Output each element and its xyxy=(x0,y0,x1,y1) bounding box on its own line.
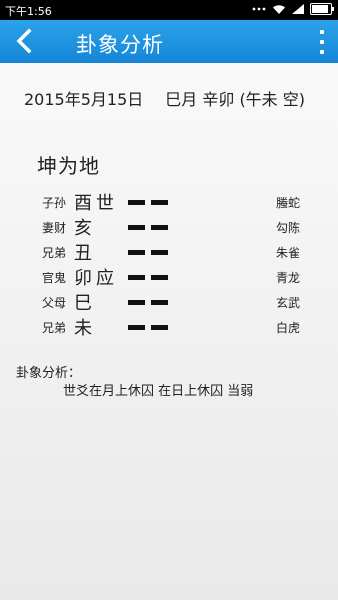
six-relation: 兄弟 xyxy=(42,246,67,260)
six-relation: 兄弟 xyxy=(42,321,67,335)
six-god: 勾陈 xyxy=(276,221,301,235)
yao-row: 兄弟 丑 朱雀 xyxy=(0,239,338,264)
yin-line xyxy=(128,225,168,230)
earthly-branch: 酉 xyxy=(74,193,92,214)
app-toolbar: 卦象分析 xyxy=(0,20,338,63)
six-god: 玄武 xyxy=(276,296,301,310)
six-relation: 父母 xyxy=(42,296,67,310)
yao-row: 兄弟 未 白虎 xyxy=(0,314,338,339)
yao-row: 子孙 酉 世 螣蛇 xyxy=(0,189,338,214)
earthly-branch: 巳 xyxy=(74,293,92,314)
analysis-text: 世爻在月上休囚 在日上休囚 当弱 xyxy=(63,384,254,399)
signal-dots-icon xyxy=(252,7,266,11)
earthly-branch: 卯 xyxy=(74,268,92,289)
hexagram-lines: 子孙 酉 世 螣蛇 妻财 亥 勾陈 兄弟 丑 朱雀 官鬼 卯 应 青龙 父母 巳… xyxy=(0,189,338,339)
yao-row: 妻财 亥 勾陈 xyxy=(0,214,338,239)
six-god: 朱雀 xyxy=(276,246,301,260)
battery-icon xyxy=(310,3,334,15)
page-title: 卦象分析 xyxy=(76,33,164,57)
shi-ying-marker: 世 xyxy=(96,193,114,214)
status-time: 下午1:56 xyxy=(5,5,52,18)
six-god: 白虎 xyxy=(276,321,301,335)
lunar-date: 巳月 辛卯 (午未 空) xyxy=(165,90,306,109)
earthly-branch: 未 xyxy=(74,318,92,339)
six-relation: 妻财 xyxy=(42,221,67,235)
shi-ying-marker: 应 xyxy=(96,268,114,289)
six-relation: 官鬼 xyxy=(42,271,67,285)
earthly-branch: 亥 xyxy=(74,218,92,239)
six-god: 螣蛇 xyxy=(276,196,301,210)
yao-row: 父母 巳 玄武 xyxy=(0,289,338,314)
earthly-branch: 丑 xyxy=(74,243,92,264)
date-line: 2015年5月15日 巳月 辛卯 (午未 空) xyxy=(24,86,305,110)
back-arrow-icon[interactable] xyxy=(10,26,40,56)
wifi-icon xyxy=(273,4,285,14)
status-icons xyxy=(252,3,334,15)
yin-line xyxy=(128,325,168,330)
yin-line xyxy=(128,250,168,255)
cell-signal-icon xyxy=(292,4,304,14)
yin-line xyxy=(128,300,168,305)
yao-row: 官鬼 卯 应 青龙 xyxy=(0,264,338,289)
six-god: 青龙 xyxy=(276,271,301,285)
analysis-label: 卦象分析： xyxy=(16,366,82,381)
solar-date: 2015年5月15日 xyxy=(24,90,144,109)
overflow-menu-icon[interactable] xyxy=(318,30,326,54)
hexagram-name: 坤为地 xyxy=(37,154,100,178)
yin-line xyxy=(128,200,168,205)
six-relation: 子孙 xyxy=(42,196,67,210)
yin-line xyxy=(128,275,168,280)
status-bar: 下午1:56 xyxy=(0,0,338,20)
